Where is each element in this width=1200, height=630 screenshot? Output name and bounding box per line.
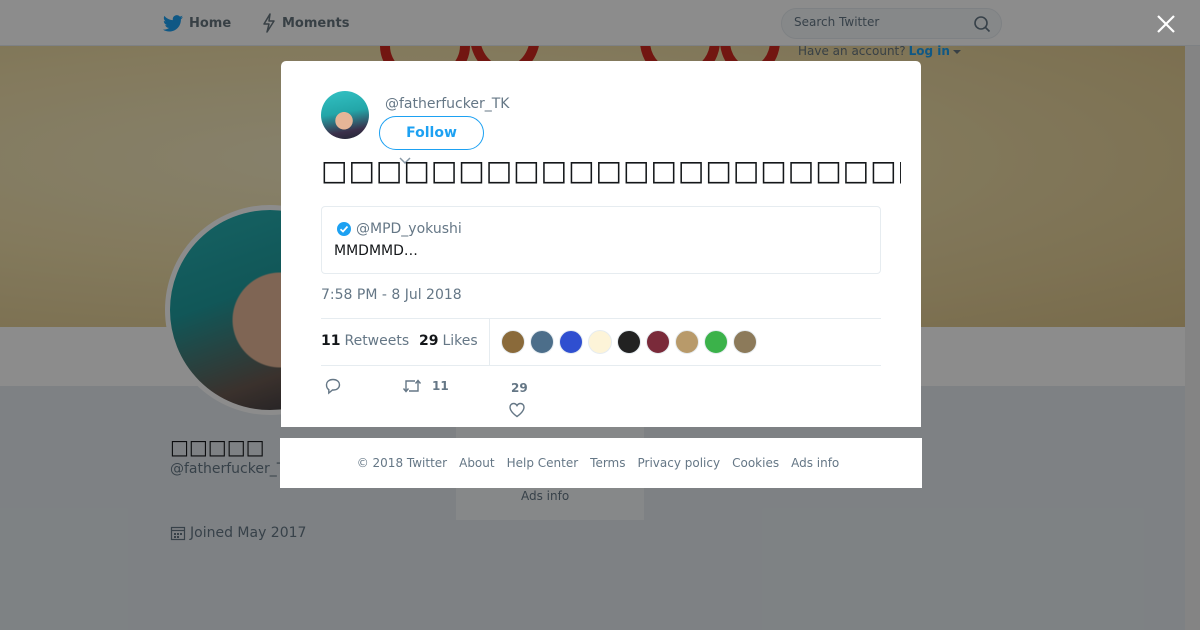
tweet-modal: @fatherfucker_TK Follow □□□□□□□□□□□□□□□□… bbox=[281, 61, 921, 427]
footer-link-ads-info[interactable]: Ads info bbox=[791, 456, 839, 470]
quoted-tweet-handle: @MPD_yokushi bbox=[356, 221, 462, 237]
like-action-count: 29 bbox=[511, 381, 528, 395]
footer-link-cookies[interactable]: Cookies bbox=[732, 456, 779, 470]
footer-link-terms[interactable]: Terms bbox=[590, 456, 625, 470]
likes-label: Likes bbox=[442, 333, 478, 349]
tweet-author-handle[interactable]: @fatherfucker_TK bbox=[385, 96, 509, 112]
liker-avatar[interactable] bbox=[559, 330, 583, 354]
tweet-author-avatar[interactable] bbox=[321, 91, 369, 139]
tweet-timestamp[interactable]: 7:58 PM - 8 Jul 2018 bbox=[321, 287, 462, 303]
liker-avatar[interactable] bbox=[646, 330, 670, 354]
tweet-stats: 11 Retweets 29 Likes bbox=[321, 318, 881, 366]
verified-badge-icon bbox=[337, 222, 351, 236]
retweets-stat[interactable]: 11 Retweets bbox=[321, 333, 409, 349]
reply-button[interactable] bbox=[324, 377, 342, 395]
reply-icon bbox=[325, 378, 341, 395]
footer-link-privacy-policy[interactable]: Privacy policy bbox=[638, 456, 721, 470]
liker-avatar[interactable] bbox=[675, 330, 699, 354]
retweets-count: 11 bbox=[321, 333, 341, 349]
retweet-action-count: 11 bbox=[432, 379, 449, 393]
follow-button[interactable]: Follow bbox=[379, 116, 484, 150]
liker-avatar[interactable] bbox=[530, 330, 554, 354]
liker-avatar[interactable] bbox=[617, 330, 641, 354]
liker-avatar[interactable] bbox=[588, 330, 612, 354]
close-icon[interactable] bbox=[1154, 12, 1178, 36]
footer-copyright: © 2018 Twitter bbox=[356, 456, 448, 470]
quoted-tweet-text: MMDMMD… bbox=[334, 243, 418, 259]
footer-link-about[interactable]: About bbox=[459, 456, 494, 470]
heart-icon[interactable] bbox=[508, 401, 526, 419]
liker-avatar[interactable] bbox=[704, 330, 728, 354]
stats-divider bbox=[489, 319, 490, 365]
retweet-icon bbox=[402, 379, 422, 393]
modal-footer: © 2018 Twitter About Help Center Terms P… bbox=[280, 438, 922, 488]
liker-avatar[interactable] bbox=[501, 330, 525, 354]
tweet-actions: 11 29 bbox=[321, 377, 881, 419]
liker-avatar[interactable] bbox=[733, 330, 757, 354]
quoted-tweet[interactable]: @MPD_yokushi MMDMMD… bbox=[321, 206, 881, 274]
footer-link-help-center[interactable]: Help Center bbox=[507, 456, 579, 470]
retweets-label: Retweets bbox=[344, 333, 410, 349]
likes-stat[interactable]: 29 Likes bbox=[419, 333, 478, 349]
tweet-text: □□□□□□□□□□□□□□□□□□□□□□□□□□□□□□ bbox=[321, 154, 901, 187]
liker-avatars bbox=[501, 330, 762, 354]
likes-count: 29 bbox=[419, 333, 439, 349]
retweet-button[interactable]: 11 bbox=[402, 377, 449, 395]
